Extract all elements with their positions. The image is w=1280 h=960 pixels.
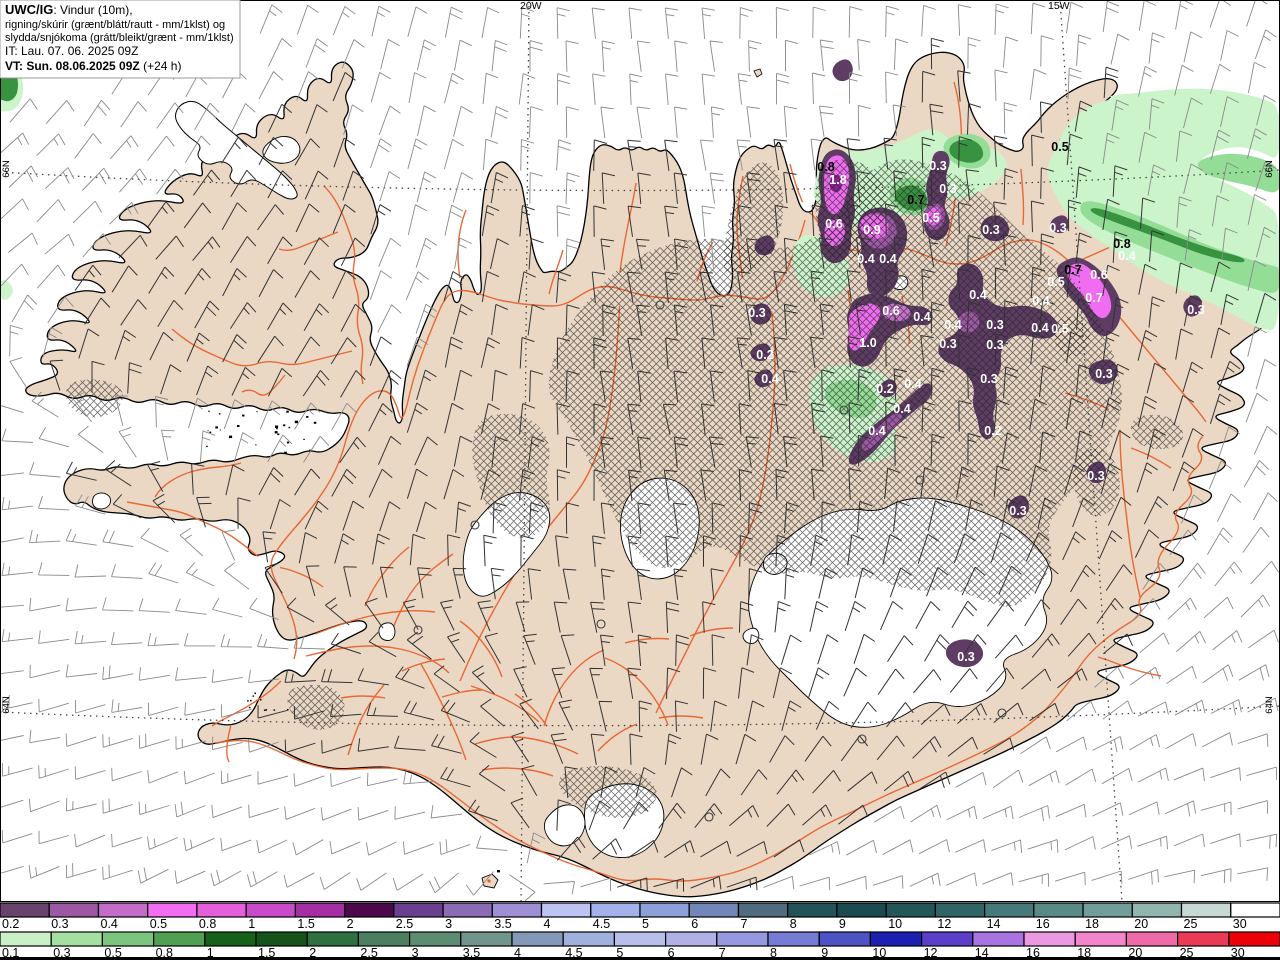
svg-text:16: 16: [1036, 917, 1050, 931]
svg-text:0.6: 0.6: [1090, 268, 1107, 282]
svg-text:2: 2: [347, 917, 354, 931]
svg-text:0.4: 0.4: [913, 310, 930, 324]
svg-text:0.3: 0.3: [1009, 504, 1026, 518]
svg-text:UWC/IG: Vindur (10m),: UWC/IG: Vindur (10m),: [5, 2, 133, 17]
svg-text:0.6: 0.6: [882, 304, 899, 318]
svg-text:0.2: 0.2: [984, 424, 1001, 438]
svg-text:0.3: 0.3: [986, 318, 1003, 332]
svg-text:0.4: 0.4: [1032, 294, 1049, 308]
svg-text:0.4: 0.4: [868, 424, 885, 438]
svg-text:0.3: 0.3: [980, 372, 997, 386]
svg-text:8: 8: [790, 917, 797, 931]
svg-text:0.4: 0.4: [904, 377, 921, 391]
svg-text:66N: 66N: [1, 160, 12, 178]
svg-text:0.8: 0.8: [199, 917, 216, 931]
svg-text:0.5: 0.5: [1051, 140, 1068, 154]
svg-text:0.3: 0.3: [1187, 303, 1204, 317]
svg-text:0.8: 0.8: [1113, 237, 1130, 251]
svg-text:0.4: 0.4: [1031, 321, 1048, 335]
svg-text:0.4: 0.4: [879, 252, 896, 266]
svg-text:3.5: 3.5: [494, 917, 511, 931]
svg-text:1.8: 1.8: [829, 173, 846, 187]
svg-text:0.7: 0.7: [1085, 291, 1102, 305]
svg-text:7: 7: [741, 917, 748, 931]
svg-text:VT: Sun. 08.06.2025 09Z (+24 h: VT: Sun. 08.06.2025 09Z (+24 h): [5, 59, 181, 73]
svg-text:20: 20: [1134, 917, 1148, 931]
svg-text:0.4: 0.4: [969, 288, 986, 302]
svg-text:9: 9: [839, 917, 846, 931]
svg-text:64N: 64N: [1, 696, 12, 714]
svg-text:0.4: 0.4: [1118, 249, 1135, 263]
svg-text:0.3: 0.3: [929, 159, 946, 173]
svg-text:30: 30: [1233, 917, 1247, 931]
svg-text:0.4: 0.4: [857, 252, 874, 266]
svg-text:6: 6: [691, 917, 698, 931]
svg-text:18: 18: [1085, 917, 1099, 931]
svg-text:0.9: 0.9: [863, 223, 880, 237]
svg-text:0.3: 0.3: [1049, 221, 1066, 235]
svg-text:0.4: 0.4: [101, 917, 118, 931]
svg-text:12: 12: [937, 917, 951, 931]
svg-text:1.5: 1.5: [297, 917, 314, 931]
svg-text:0.4: 0.4: [761, 372, 778, 386]
svg-text:20W: 20W: [520, 0, 542, 12]
svg-text:0.2: 0.2: [876, 382, 893, 396]
svg-text:0.7: 0.7: [1064, 263, 1081, 277]
svg-text:25: 25: [1184, 917, 1198, 931]
svg-text:64N: 64N: [1264, 696, 1275, 714]
svg-text:0.3: 0.3: [51, 917, 68, 931]
svg-text:66N: 66N: [1264, 160, 1275, 178]
svg-text:0.3: 0.3: [939, 337, 956, 351]
svg-text:slydda/snjókoma (grátt/bleikt/: slydda/snjókoma (grátt/bleikt/grænt - mm…: [5, 32, 234, 44]
svg-text:5: 5: [642, 917, 649, 931]
svg-text:0.3: 0.3: [986, 338, 1003, 352]
svg-text:rigning/skúrir (grænt/blátt/ra: rigning/skúrir (grænt/blátt/rautt - mm/1…: [5, 19, 225, 31]
svg-text:0.5: 0.5: [150, 917, 167, 931]
svg-text:0.3: 0.3: [939, 182, 956, 196]
svg-text:0.3: 0.3: [1087, 469, 1104, 483]
svg-text:0.7: 0.7: [907, 193, 924, 207]
svg-text:15W: 15W: [1048, 0, 1070, 12]
svg-text:0.3: 0.3: [957, 650, 974, 664]
svg-text:0.6: 0.6: [825, 217, 842, 231]
svg-text:IT: Lau. 07. 06. 2025 09Z: IT: Lau. 07. 06. 2025 09Z: [5, 44, 138, 58]
svg-text:2.5: 2.5: [396, 917, 413, 931]
svg-text:1: 1: [248, 917, 255, 931]
svg-text:0.2: 0.2: [756, 348, 773, 362]
svg-text:0.3: 0.3: [982, 223, 999, 237]
svg-text:14: 14: [987, 917, 1001, 931]
svg-text:0.5: 0.5: [1051, 322, 1068, 336]
svg-text:0.8: 0.8: [817, 160, 834, 174]
svg-text:0.3: 0.3: [748, 306, 765, 320]
svg-text:1.0: 1.0: [859, 336, 876, 350]
svg-text:3: 3: [445, 917, 452, 931]
svg-text:10: 10: [888, 917, 902, 931]
svg-text:0.5: 0.5: [1047, 275, 1064, 289]
svg-text:0.4: 0.4: [893, 402, 910, 416]
svg-text:0.5: 0.5: [922, 211, 939, 225]
svg-text:0.4: 0.4: [944, 318, 961, 332]
svg-text:4: 4: [544, 917, 551, 931]
svg-text:0.2: 0.2: [2, 917, 19, 931]
svg-text:0.3: 0.3: [1095, 367, 1112, 381]
svg-text:4.5: 4.5: [593, 917, 610, 931]
